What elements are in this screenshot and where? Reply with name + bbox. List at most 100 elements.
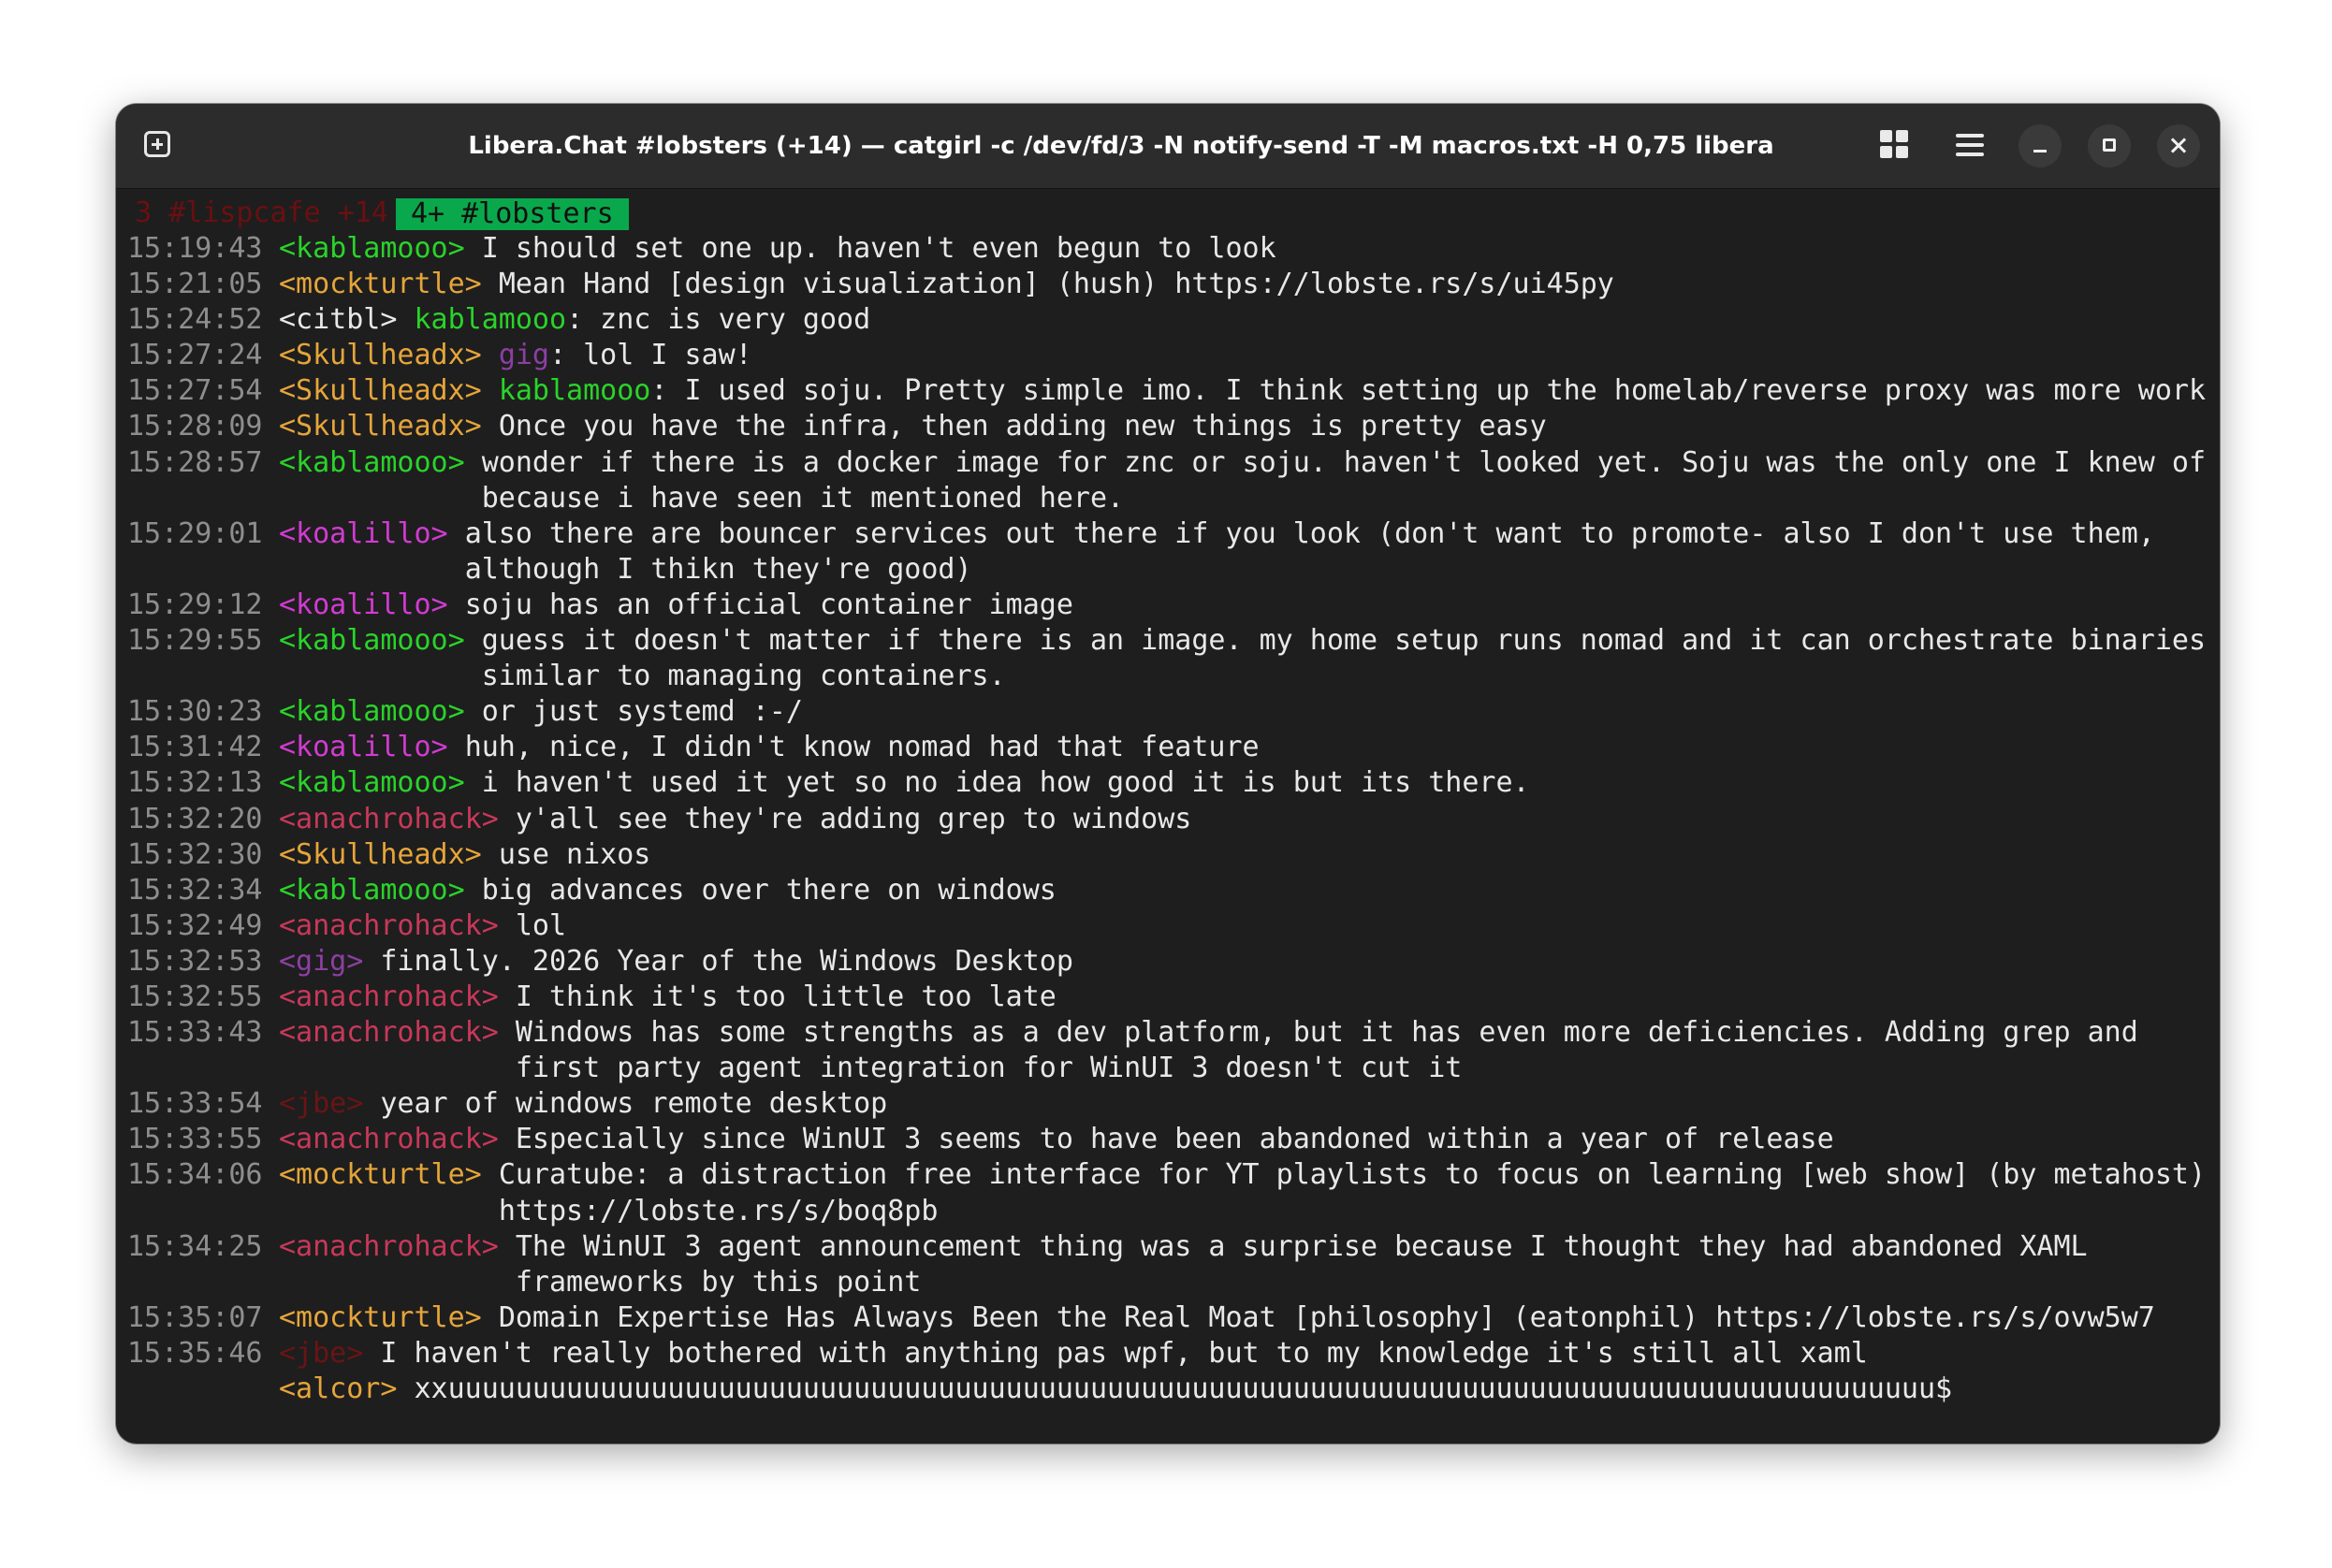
message-text: wonder if there is a docker image for zn…: [481, 445, 2207, 515]
terminal-window: Libera.Chat #lobsters (+14) — catgirl -c…: [116, 104, 2220, 1444]
message-text: Curatube: a distraction free interface f…: [498, 1158, 2207, 1227]
message-timestamp: 15:32:13: [127, 766, 263, 800]
message-timestamp: 15:28:09: [127, 410, 263, 443]
new-tab-button[interactable]: [140, 127, 178, 165]
message-timestamp: 15:21:05: [127, 268, 263, 301]
tab-lispcafe[interactable]: 3 #lispcafe +14: [127, 196, 396, 229]
message-nick: <koalillo>: [279, 516, 448, 550]
message-timestamp: 15:32:53: [127, 944, 263, 978]
message-text: i haven't used it yet so no idea how goo…: [481, 766, 1530, 800]
input-text[interactable]: xxuuuuuuuuuuuuuuuuuuuuuuuuuuuuuuuuuuuuuu…: [415, 1372, 2211, 1407]
minimize-button[interactable]: [2019, 124, 2062, 167]
message-nick: <kablamooo>: [279, 445, 465, 479]
message-text: The WinUI 3 agent announcement thing was…: [515, 1229, 2105, 1299]
tab-lobsters[interactable]: 4+ #lobsters: [395, 198, 629, 230]
message-timestamp: 15:19:43: [127, 232, 263, 265]
message-nick: <kablamooo>: [279, 232, 465, 265]
message-row: 15:31:42 <koalillo> huh, nice, I didn't k…: [127, 730, 2210, 765]
minimize-icon: [2033, 150, 2047, 152]
message-body: : znc is very good: [566, 303, 871, 337]
message-text: kablamooo: znc is very good: [415, 302, 2211, 338]
message-timestamp: 15:29:55: [127, 624, 263, 658]
message-timestamp: 15:31:42: [127, 731, 263, 764]
message-row: 15:29:55 <kablamooo> guess it doesn't mat…: [127, 623, 2210, 694]
message-nick: <jbe>: [279, 1336, 364, 1370]
message-nick: <anachrohack>: [279, 980, 499, 1013]
message-nick: <jbe>: [279, 1087, 364, 1121]
message-timestamp: 15:30:23: [127, 695, 263, 729]
message-nick: <koalillo>: [279, 588, 448, 621]
message-timestamp: 15:24:52: [127, 303, 263, 337]
maximize-button[interactable]: [2088, 124, 2131, 167]
message-timestamp: 15:33:43: [127, 1016, 263, 1050]
message-row: 15:28:57 <kablamooo> wonder if there is a…: [127, 445, 2210, 516]
message-nick: <anachrohack>: [279, 1229, 499, 1263]
message-timestamp: 15:32:20: [127, 802, 263, 835]
message-timestamp: 15:28:57: [127, 445, 263, 479]
message-text: finally. 2026 Year of the Windows Deskto…: [380, 944, 1073, 978]
message-text: Once you have the infra, then adding new…: [498, 410, 1547, 443]
message-timestamp: 15:29:12: [127, 588, 263, 621]
message-nick: <anachrohack>: [279, 1016, 499, 1050]
message-body: : I used soju. Pretty simple imo. I thin…: [650, 374, 2207, 408]
message-row: 15:32:55 <anachrohack> I think it's too l…: [127, 980, 2210, 1015]
message-row: 15:27:24 <Skullheadx> gig: lol I saw!: [127, 338, 2210, 373]
message-text: year of windows remote desktop: [380, 1087, 888, 1121]
message-text: I think it's too little too late: [515, 980, 1057, 1013]
maximize-icon: [2103, 138, 2116, 152]
window-title: Libera.Chat #lobsters (+14) — catgirl -c…: [468, 132, 1774, 160]
message-row: 15:35:07 <mockturtle> Domain Expertise Ha…: [127, 1300, 2210, 1336]
message-log: 15:19:43 <kablamooo> I should set one up.…: [127, 231, 2210, 1372]
message-timestamp: 15:34:25: [127, 1229, 263, 1263]
message-text: use nixos: [498, 837, 651, 871]
message-timestamp: 15:34:06: [127, 1158, 263, 1192]
message-timestamp: 15:33:54: [127, 1087, 263, 1121]
message-nick: <mockturtle>: [279, 1300, 482, 1334]
message-mention: kablamooo: [498, 374, 651, 408]
message-timestamp: 15:27:24: [127, 339, 263, 372]
message-row: 15:21:05 <mockturtle> Mean Hand [design v…: [127, 267, 2210, 302]
message-text: also there are bouncer services out ther…: [464, 516, 2172, 586]
hamburger-icon: [1956, 134, 1984, 138]
message-nick: <Skullheadx>: [279, 339, 482, 372]
message-row: 15:33:54 <jbe> year of windows remote des…: [127, 1086, 2210, 1122]
message-row: 15:32:53 <gig> finally. 2026 Year of the …: [127, 944, 2210, 980]
message-row: 15:29:01 <koalillo> also there are bounce…: [127, 516, 2210, 588]
message-timestamp: 15:35:07: [127, 1300, 263, 1334]
message-text: y'all see they're adding grep to windows: [515, 802, 1192, 835]
message-row: 15:33:55 <anachrohack> Especially since W…: [127, 1122, 2210, 1157]
menu-button[interactable]: [1952, 127, 1989, 165]
message-row: 15:33:43 <anachrohack> Windows has some s…: [127, 1015, 2210, 1086]
close-button[interactable]: [2157, 124, 2200, 167]
message-nick: <kablamooo>: [279, 873, 465, 907]
message-nick: <anachrohack>: [279, 802, 499, 835]
message-nick: <gig>: [279, 944, 364, 978]
message-timestamp: 15:29:01: [127, 516, 263, 550]
message-body: : lol I saw!: [549, 339, 752, 372]
message-text: I haven't really bothered with anything …: [380, 1336, 1868, 1370]
channel-tab-bar: 3 #lispcafe +14 4+ #lobsters: [127, 196, 2210, 231]
message-nick: <Skullheadx>: [279, 374, 482, 408]
message-nick: <kablamooo>: [279, 624, 465, 658]
message-row: 15:35:46 <jbe> I haven't really bothered …: [127, 1336, 2210, 1372]
message-timestamp: 15:32:30: [127, 837, 263, 871]
message-nick: <mockturtle>: [279, 1158, 482, 1192]
message-timestamp: 15:27:54: [127, 374, 263, 408]
grid-icon: [1880, 130, 1892, 142]
message-text: Domain Expertise Has Always Been the Rea…: [498, 1300, 2155, 1334]
message-text: huh, nice, I didn't know nomad had that …: [464, 731, 1260, 764]
message-text: gig: lol I saw!: [499, 338, 2210, 373]
message-nick: <Skullheadx>: [279, 837, 482, 871]
input-line[interactable]: <alcor> xxuuuuuuuuuuuuuuuuuuuuuuuuuuuuuu…: [127, 1372, 2210, 1407]
overview-button[interactable]: [1877, 127, 1915, 165]
message-nick: <citbl>: [279, 303, 398, 337]
message-text: I should set one up. haven't even begun …: [481, 232, 1276, 265]
message-text: lol: [515, 908, 567, 942]
message-row: 15:29:12 <koalillo> soju has an official …: [127, 588, 2210, 623]
message-row: 15:32:34 <kablamooo> big advances over th…: [127, 873, 2210, 908]
terminal-content[interactable]: 3 #lispcafe +14 4+ #lobsters 15:19:43 <kab…: [127, 196, 2210, 1444]
message-timestamp: 15:35:46: [127, 1336, 263, 1370]
message-nick: <koalillo>: [279, 731, 448, 764]
message-row: 15:32:13 <kablamooo> i haven't used it ye…: [127, 765, 2210, 801]
message-mention: gig: [498, 339, 549, 372]
